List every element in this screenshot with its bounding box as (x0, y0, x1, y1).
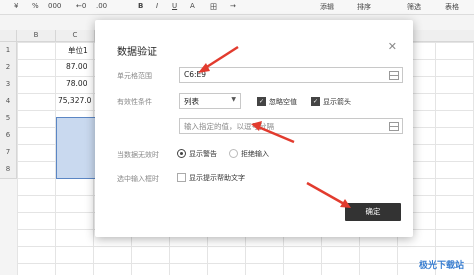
arrow-to-source-head (251, 121, 262, 131)
annotation-arrows (198, 45, 351, 208)
watermark: 极光下载站 (418, 261, 464, 271)
arrow-to-source (255, 124, 295, 144)
arrow-to-range-head (198, 63, 210, 73)
arrow-to-ok (306, 181, 347, 207)
